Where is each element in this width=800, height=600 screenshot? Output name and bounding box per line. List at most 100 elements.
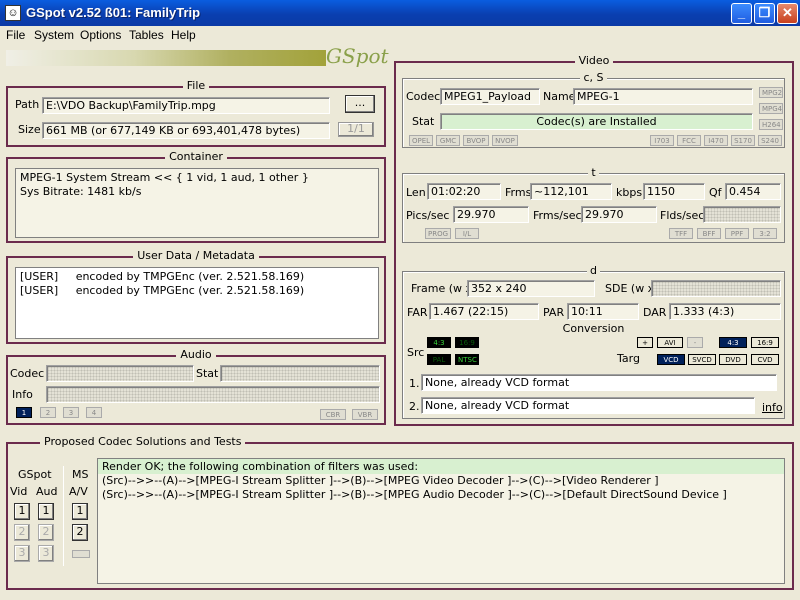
- size-label: Size: [18, 123, 41, 136]
- conversion-1-field: None, already VCD format: [421, 374, 777, 391]
- dar-field: 1.333 (4:3): [669, 303, 781, 320]
- len-field: 01:02:20: [427, 183, 501, 200]
- container-group: Container MPEG-1 System Stream << { 1 vi…: [6, 150, 386, 243]
- title-bar: ☺ GSpot v2.52 ß01: FamilyTrip _ ❐ ✕: [0, 0, 800, 26]
- audio-info-field: [46, 386, 380, 403]
- menu-options[interactable]: Options: [80, 28, 121, 42]
- ms-av-1-button[interactable]: 1: [72, 503, 88, 520]
- audio-stat-field: [220, 365, 380, 382]
- targ-dvd-button[interactable]: DVD: [719, 354, 747, 365]
- file-counter[interactable]: 1/1: [338, 122, 374, 137]
- menu-help[interactable]: Help: [171, 28, 196, 42]
- gspot-aud-3-button[interactable]: 3: [38, 545, 54, 562]
- pics-label: Pics/sec: [406, 209, 450, 222]
- bff-tag: BFF: [697, 228, 721, 239]
- userdata-group: User Data / Metadata [USER] encoded by T…: [6, 249, 386, 344]
- gspot-vid-3-button[interactable]: 3: [14, 545, 30, 562]
- mpg4-tag: MPG4: [759, 103, 783, 114]
- info-link[interactable]: info: [762, 401, 783, 414]
- gspot-aud-2-button[interactable]: 2: [38, 524, 54, 541]
- gspot-vid-1-button[interactable]: 1: [14, 503, 30, 520]
- video-stat-field: Codec(s) are Installed: [440, 113, 753, 130]
- qf-field: 0.454: [725, 183, 781, 200]
- container-group-title: Container: [165, 150, 227, 163]
- fps-label: Frms/sec: [533, 209, 582, 222]
- targ-43-button[interactable]: 4:3: [719, 337, 747, 348]
- audio-codec-label: Codec: [10, 367, 45, 380]
- minimize-button[interactable]: _: [731, 3, 752, 24]
- src-label: Src: [407, 346, 425, 359]
- tff-tag: TFF: [669, 228, 693, 239]
- ppf-tag: PPF: [725, 228, 749, 239]
- frms-field: ~112,101: [530, 183, 612, 200]
- gmc-tag: GMC: [436, 135, 460, 146]
- mpg2-tag: MPG2: [759, 87, 783, 98]
- video-codec-section: c, S Codec MPEG1_Payload Name MPEG-1 MPG…: [402, 71, 785, 148]
- proposed-separator: [63, 466, 64, 566]
- il-tag: I/L: [455, 228, 479, 239]
- targ-169-button[interactable]: 16:9: [751, 337, 779, 348]
- flds-field: [703, 206, 781, 223]
- gspot-aud-1-button[interactable]: 1: [38, 503, 54, 520]
- audio-group-title: Audio: [176, 348, 216, 361]
- video-codec-label: Codec: [406, 90, 441, 103]
- video-name-field: MPEG-1: [573, 88, 753, 105]
- sde-field: [651, 280, 781, 297]
- src-169-tag: 16:9: [455, 337, 479, 348]
- render-results-area: Render OK; the following combination of …: [97, 458, 785, 584]
- frame-label: Frame (w x: [411, 282, 473, 295]
- targ-svcd-button[interactable]: SVCD: [688, 354, 716, 365]
- menu-bar: File System Options Tables Help: [0, 26, 800, 45]
- audio-stream-3[interactable]: 3: [63, 407, 79, 418]
- nvop-tag: NVOP: [492, 135, 518, 146]
- targ-cvd-button[interactable]: CVD: [751, 354, 779, 365]
- audio-stream-1[interactable]: 1: [16, 407, 32, 418]
- app-icon[interactable]: ☺: [5, 5, 21, 21]
- video-timing-section-title: t: [588, 166, 599, 179]
- conversion-1-label: 1.: [409, 377, 420, 390]
- menu-file[interactable]: File: [6, 28, 25, 42]
- ms-av-3-button[interactable]: [72, 550, 90, 558]
- fps-field: 29.970: [581, 206, 657, 223]
- userdata-group-title: User Data / Metadata: [133, 249, 259, 262]
- filter-chain-text: (Src)-->>--(A)-->[MPEG-I Stream Splitter…: [102, 474, 727, 501]
- fcc-tag: FCC: [677, 135, 701, 146]
- gspot-label: GSpot: [18, 468, 52, 481]
- targ-vcd-button[interactable]: VCD: [657, 354, 685, 365]
- audio-codec-field: [46, 365, 194, 382]
- proposed-group-title: Proposed Codec Solutions and Tests: [40, 435, 246, 448]
- audio-stat-label: Stat: [196, 367, 219, 380]
- targ-minus-button[interactable]: -: [687, 337, 703, 348]
- menu-system[interactable]: System: [34, 28, 74, 42]
- targ-avi-button[interactable]: AVI: [657, 337, 683, 348]
- close-button[interactable]: ✕: [777, 3, 798, 24]
- targ-label: Targ: [617, 352, 640, 365]
- userdata-text: [USER] encoded by TMPGEnc (ver. 2.521.58…: [15, 267, 379, 339]
- audio-stream-4[interactable]: 4: [86, 407, 102, 418]
- browse-button[interactable]: ...: [345, 95, 375, 113]
- audio-cbr-tag: CBR: [320, 409, 346, 420]
- vid-label: Vid: [10, 485, 28, 498]
- ms-av-2-button[interactable]: 2: [72, 524, 88, 541]
- prog-tag: PROG: [425, 228, 451, 239]
- video-timing-section: t Len 01:02:20 Frms ~112,101 kbps 1150 Q…: [402, 166, 785, 243]
- s240-tag: S240: [758, 135, 782, 146]
- audio-info-label: Info: [12, 388, 33, 401]
- audio-stream-2[interactable]: 2: [40, 407, 56, 418]
- file-group-title: File: [182, 79, 210, 92]
- video-group-title: Video: [574, 54, 614, 67]
- par-field: 10:11: [567, 303, 639, 320]
- aud-label: Aud: [36, 485, 58, 498]
- src-pal-tag: PAL: [427, 354, 451, 365]
- frame-field: 352 x 240: [467, 280, 595, 297]
- menu-tables[interactable]: Tables: [129, 28, 164, 42]
- path-label: Path: [15, 98, 40, 111]
- targ-plus-button[interactable]: +: [637, 337, 653, 348]
- i470-tag: I470: [704, 135, 728, 146]
- gspot-vid-2-button[interactable]: 2: [14, 524, 30, 541]
- maximize-button[interactable]: ❐: [754, 3, 775, 24]
- far-label: FAR: [407, 306, 428, 319]
- ms-label: MS: [72, 468, 89, 481]
- path-field[interactable]: E:\VDO Backup\FamilyTrip.mpg: [42, 97, 330, 114]
- kbps-field: 1150: [643, 183, 705, 200]
